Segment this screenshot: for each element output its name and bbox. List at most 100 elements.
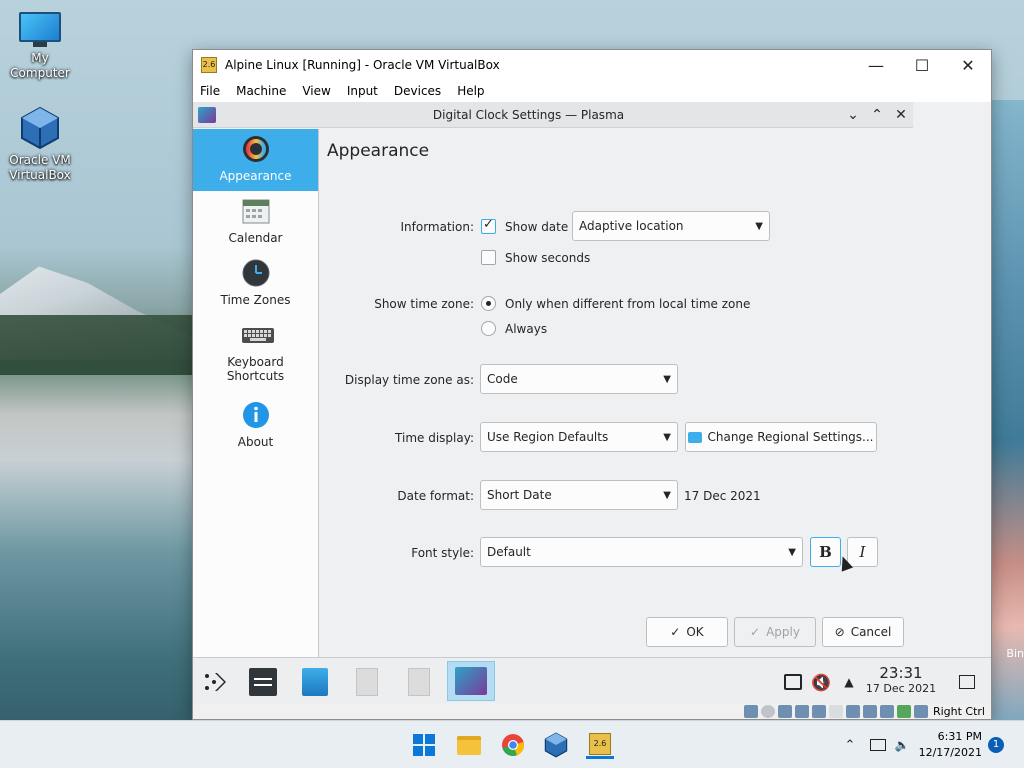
alpine-app-icon: 2.6 (201, 57, 217, 73)
apply-button[interactable]: ✓ Apply (734, 617, 816, 647)
maximize-button[interactable]: ☐ (899, 50, 945, 80)
display-tz-value: Code (487, 372, 518, 386)
file-icon[interactable] (349, 664, 385, 700)
date-location-select[interactable]: Adaptive location ▼ (572, 211, 770, 241)
chevron-down-icon: ▼ (663, 431, 671, 443)
cancel-button[interactable]: ⊘ Cancel (822, 617, 904, 647)
monitor-icon (19, 12, 61, 48)
date-format-value: Short Date (487, 488, 552, 502)
file-icon[interactable] (401, 664, 437, 700)
menu-devices[interactable]: Devices (394, 84, 441, 98)
show-desktop-icon[interactable] (949, 664, 985, 700)
settings-content: Appearance Information: Show date Adapti… (319, 129, 913, 657)
sidebar-item-appearance[interactable]: Appearance (193, 129, 318, 191)
menu-file[interactable]: File (200, 84, 220, 98)
show-hidden-icons-icon[interactable]: ⌃ (836, 731, 864, 759)
chevron-down-icon: ▼ (663, 373, 671, 385)
font-style-select[interactable]: Default ▼ (480, 537, 803, 567)
recycle-bin-hint: Bin (1006, 647, 1024, 660)
network-icon[interactable] (794, 704, 809, 718)
volume-icon[interactable]: 🔈 (888, 731, 916, 759)
desktop-icon-virtualbox[interactable]: Oracle VM VirtualBox (0, 106, 80, 183)
calendar-icon (242, 197, 270, 225)
plasma-clock-time: 23:31 (879, 664, 923, 682)
hard-disk-icon[interactable] (743, 704, 758, 718)
display-icon[interactable] (845, 704, 860, 718)
sidebar-item-about[interactable]: About (193, 395, 318, 457)
shared-folders-icon[interactable] (828, 704, 843, 718)
guest-screen[interactable]: Digital Clock Settings — Plasma ⌄ ⌃ ✕ Ap… (193, 102, 991, 719)
information-label: Information: (400, 220, 474, 234)
notification-badge[interactable]: 1 (988, 737, 1004, 753)
wallpaper-trees (0, 315, 195, 375)
chevron-down-icon: ▼ (663, 489, 671, 501)
dialog-titlebar[interactable]: Digital Clock Settings — Plasma ⌄ ⌃ ✕ (193, 102, 913, 128)
tz-option-different-label: Only when different from local time zone (505, 297, 751, 311)
system-settings-icon[interactable] (245, 664, 281, 700)
virtualbox-taskbar-icon[interactable] (542, 731, 570, 759)
display-tz-select[interactable]: Code ▼ (480, 364, 678, 394)
plasma-panel: 🔇 ▲ 23:31 17 Dec 2021 (193, 657, 991, 703)
discover-store-icon[interactable] (297, 664, 333, 700)
date-location-value: Adaptive location (579, 219, 684, 233)
change-regional-settings-button[interactable]: Change Regional Settings... (685, 422, 877, 452)
menu-view[interactable]: View (302, 84, 330, 98)
minimize-button[interactable]: — (853, 50, 899, 80)
time-display-select[interactable]: Use Region Defaults ▼ (480, 422, 678, 452)
date-format-preview: 17 Dec 2021 (684, 489, 761, 503)
page-title: Appearance (327, 141, 430, 161)
optical-drive-icon[interactable] (760, 704, 775, 718)
windows-taskbar: 2.6 ⌃ 🔈 6:31 PM 12/17/2021 1 (0, 720, 1024, 768)
show-date-checkbox[interactable] (481, 217, 496, 234)
vm-menubar: File Machine View Input Devices Help (193, 80, 991, 102)
display-tz-label: Display time zone as: (344, 373, 474, 387)
show-seconds-label: Show seconds (505, 251, 591, 265)
alpine-vm-taskbar-icon[interactable]: 2.6 (586, 731, 614, 759)
show-date-label: Show date (505, 220, 569, 234)
vbox-status-bar: Right Ctrl (193, 703, 991, 719)
audio-icon[interactable] (777, 704, 792, 718)
time-display-value: Use Region Defaults (487, 430, 609, 444)
windows-start-icon[interactable] (410, 731, 438, 759)
menu-machine[interactable]: Machine (236, 84, 286, 98)
windows-clock-time: 6:31 PM (937, 730, 982, 743)
menu-help[interactable]: Help (457, 84, 484, 98)
dialog-close-button[interactable]: ✕ (889, 107, 913, 123)
vm-titlebar[interactable]: 2.6 Alpine Linux [Running] - Oracle VM V… (193, 50, 991, 80)
windows-clock-date: 12/17/2021 (918, 746, 982, 759)
windows-clock[interactable]: 6:31 PM 12/17/2021 (918, 729, 982, 761)
chrome-icon[interactable] (499, 731, 527, 759)
bold-button[interactable]: B (810, 537, 841, 567)
menu-input[interactable]: Input (347, 84, 378, 98)
tz-radio-always[interactable] (481, 321, 496, 336)
show-seconds-checkbox[interactable] (481, 250, 496, 265)
desktop-icon-my-computer[interactable]: My Computer (0, 12, 80, 81)
font-style-label: Font style: (411, 546, 474, 560)
dialog-maximize-button[interactable]: ⌃ (865, 107, 889, 123)
time-display-label: Time display: (395, 431, 474, 445)
keyboard-capture-icon[interactable] (913, 704, 928, 718)
dialog-minimize-button[interactable]: ⌄ (841, 107, 865, 123)
virtualization-icon[interactable] (879, 704, 894, 718)
application-launcher-icon[interactable] (197, 664, 233, 700)
file-explorer-icon[interactable] (455, 731, 483, 759)
date-format-select[interactable]: Short Date ▼ (480, 480, 678, 510)
ok-button[interactable]: ✓ OK (646, 617, 728, 647)
regional-settings-icon (688, 431, 703, 443)
virtualbox-icon (20, 106, 60, 150)
plasma-clock[interactable]: 23:31 17 Dec 2021 (859, 664, 943, 695)
clock-settings-task[interactable] (447, 661, 495, 701)
tz-radio-different[interactable] (481, 296, 496, 311)
check-icon: ✓ (750, 625, 761, 639)
dialog-title: Digital Clock Settings — Plasma (432, 107, 625, 122)
mouse-integration-icon[interactable] (896, 704, 911, 718)
usb-icon[interactable] (811, 704, 826, 718)
desktop-icon-label: My Computer (10, 51, 70, 80)
virtualbox-window[interactable]: 2.6 Alpine Linux [Running] - Oracle VM V… (192, 49, 992, 720)
sidebar-item-label: Appearance (219, 169, 292, 183)
plasma-settings-icon (198, 106, 216, 123)
close-button[interactable]: ✕ (945, 50, 991, 80)
recording-icon[interactable] (862, 704, 877, 718)
italic-button[interactable]: I (847, 537, 878, 567)
plasma-clock-date: 17 Dec 2021 (865, 682, 937, 695)
